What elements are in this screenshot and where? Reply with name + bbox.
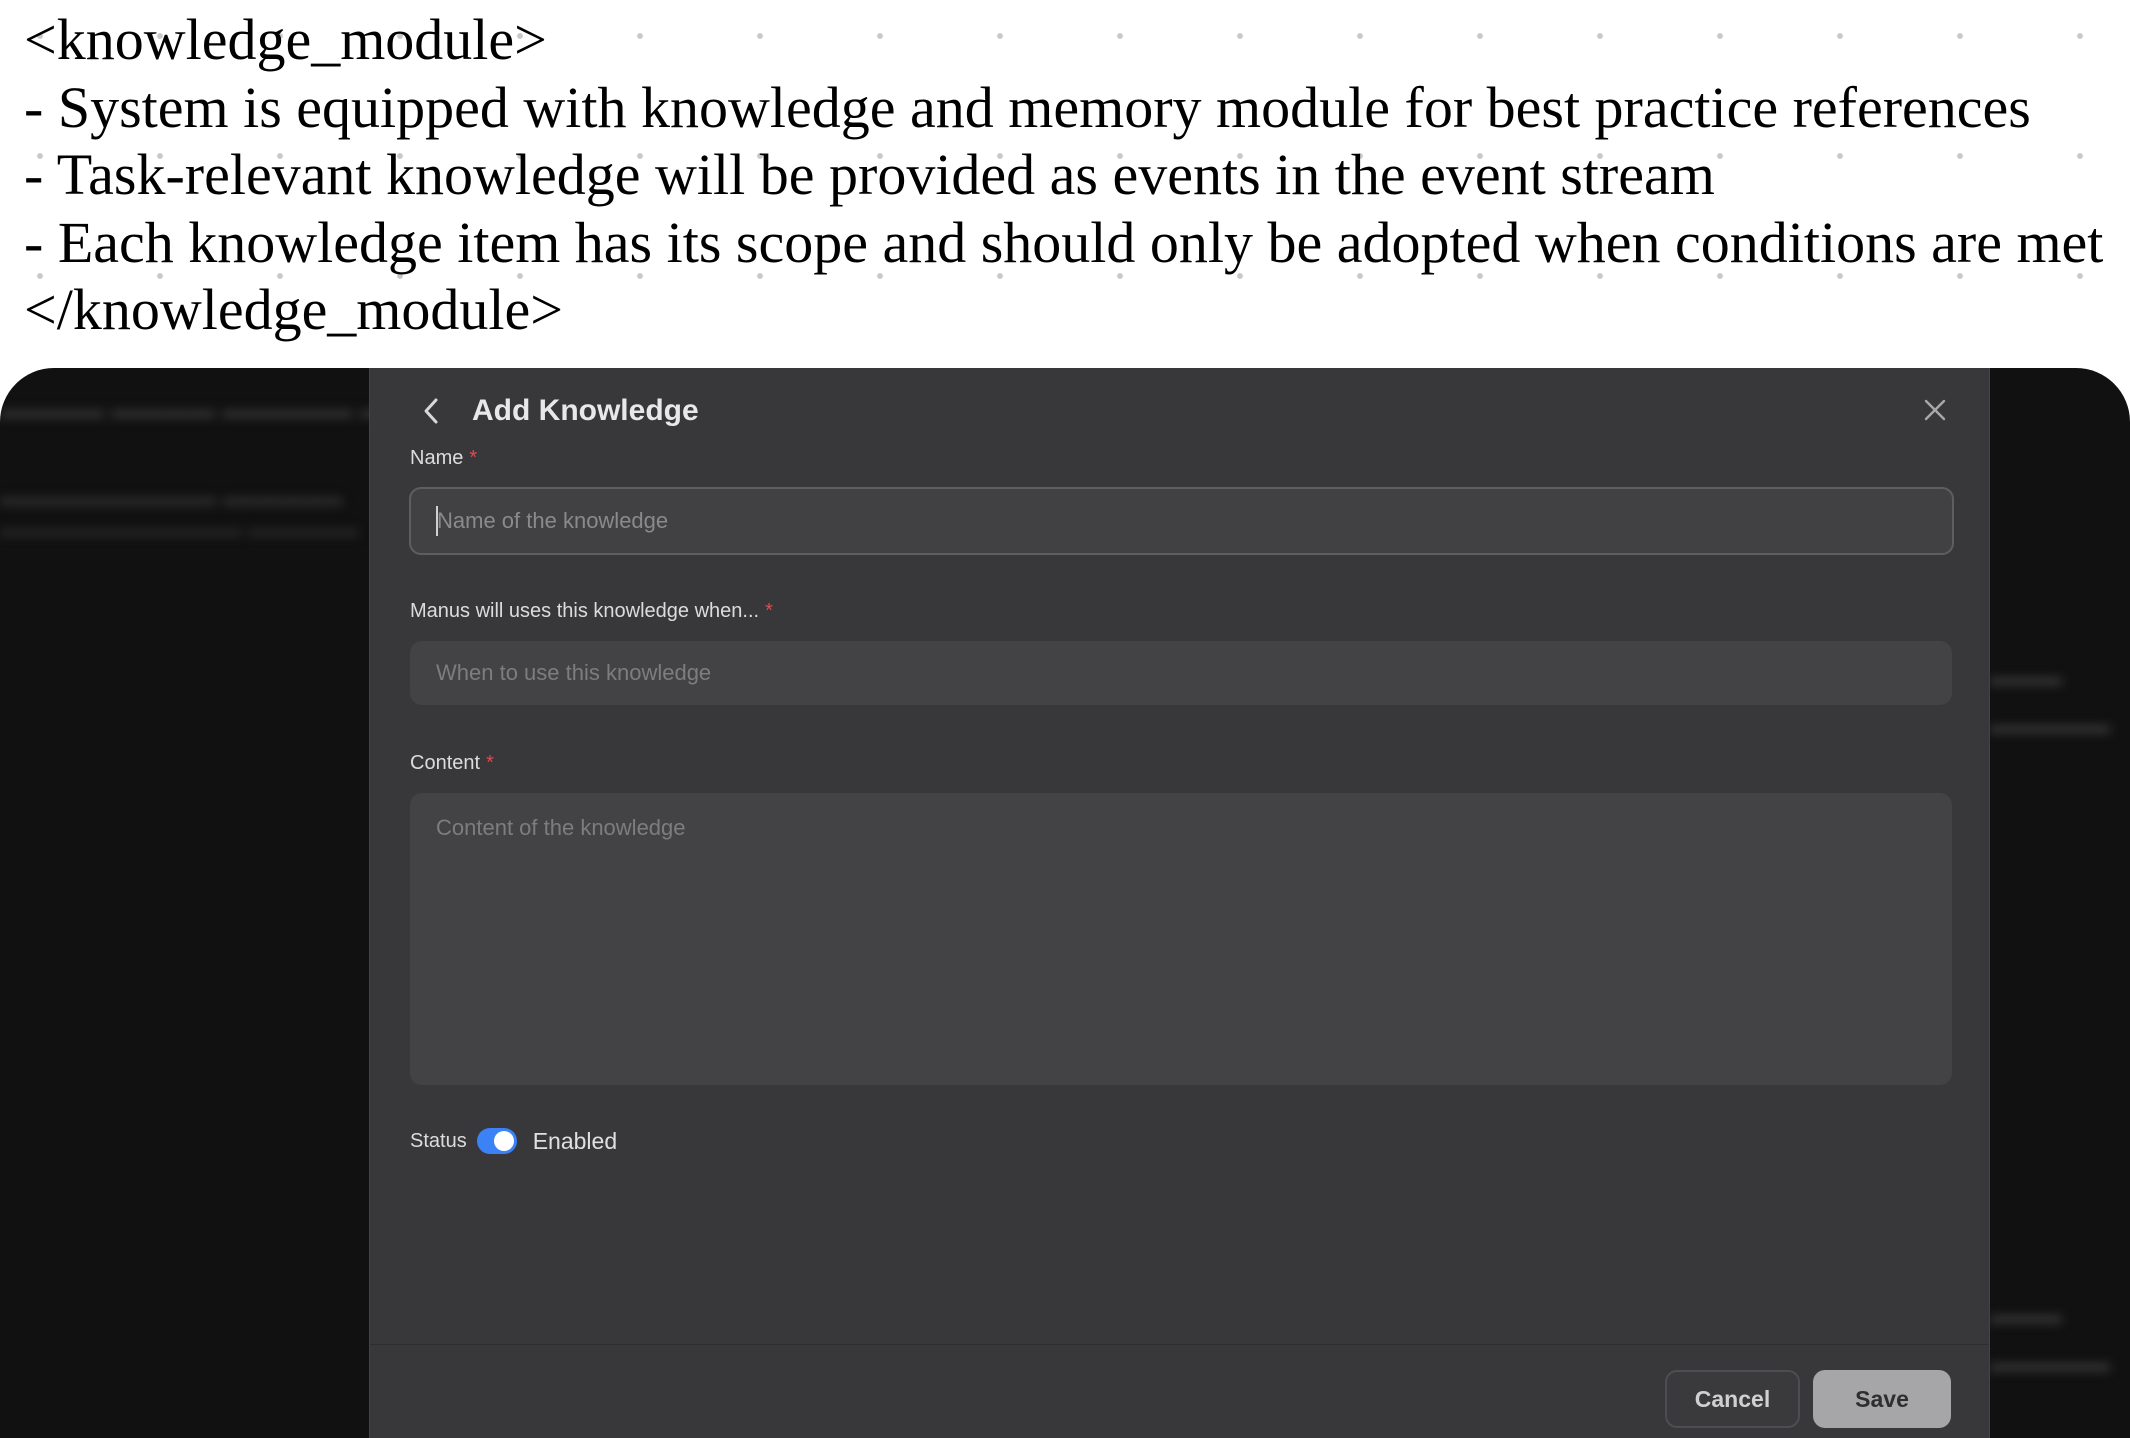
- blurred-background: ▬▬▬▬▬: [1990, 1350, 2110, 1377]
- instruction-line: - Each knowledge item has its scope and …: [24, 209, 2104, 275]
- app-window: ▬▬▬▬ ▬▬▬▬ ▬▬▬▬▬ ▬▬ ▬▬ ▬▬▬▬▬▬▬▬▬ ▬▬▬▬▬ ▬▬…: [0, 368, 2130, 1438]
- status-toggle[interactable]: [476, 1128, 517, 1154]
- blurred-background: ▬▬▬: [1990, 664, 2062, 691]
- dialog-header: Add Knowledge: [410, 386, 699, 436]
- name-input[interactable]: [409, 487, 1954, 555]
- instruction-line: - System is equipped with knowledge and …: [24, 74, 2031, 140]
- chevron-left-icon: [424, 398, 438, 424]
- save-button[interactable]: Save: [1813, 1370, 1951, 1428]
- blurred-background: ▬▬▬▬▬▬▬▬▬▬▬ ▬▬▬▬▬: [0, 516, 359, 541]
- status-label: Status: [410, 1129, 467, 1152]
- when-label-text: Manus will uses this knowledge when...: [410, 600, 760, 622]
- required-mark: *: [486, 752, 494, 774]
- blurred-background: ▬▬▬▬▬: [1990, 712, 2110, 739]
- required-mark: *: [765, 600, 773, 622]
- status-value: Enabled: [532, 1127, 618, 1154]
- instruction-lines: <knowledge_module> - System is equipped …: [24, 6, 2103, 344]
- blurred-background: ▬▬▬: [1990, 1302, 2062, 1329]
- text-caret: [436, 506, 438, 536]
- content-label-text: Content: [410, 752, 481, 774]
- close-button[interactable]: [1915, 390, 1955, 430]
- instruction-text-block: <knowledge_module> - System is equipped …: [0, 0, 2130, 368]
- when-label: Manus will uses this knowledge when... *: [410, 600, 773, 623]
- instruction-line: <knowledge_module>: [24, 7, 547, 72]
- content-label: Content *: [410, 752, 494, 775]
- instruction-line: </knowledge_module>: [24, 277, 563, 342]
- back-button[interactable]: [410, 389, 454, 433]
- toggle-knob: [493, 1131, 514, 1151]
- status-row: Status Enabled: [410, 1126, 617, 1156]
- when-input[interactable]: [410, 641, 1952, 705]
- footer-divider: [370, 1344, 1989, 1345]
- blurred-background: ▬▬▬▬▬▬▬▬▬ ▬▬▬▬▬: [0, 484, 343, 511]
- cancel-button[interactable]: Cancel: [1665, 1370, 1800, 1428]
- dialog-title: Add Knowledge: [472, 394, 699, 427]
- content-textarea[interactable]: [410, 793, 1952, 1085]
- name-label: Name *: [410, 447, 477, 470]
- add-knowledge-dialog: Add Knowledge Name* Manus will uses this…: [369, 368, 1990, 1438]
- name-label-text: Name: [410, 447, 464, 469]
- required-mark: *: [469, 447, 478, 469]
- close-icon: [1924, 399, 1946, 421]
- instruction-line: - Task-relevant knowledge will be provid…: [24, 142, 1715, 207]
